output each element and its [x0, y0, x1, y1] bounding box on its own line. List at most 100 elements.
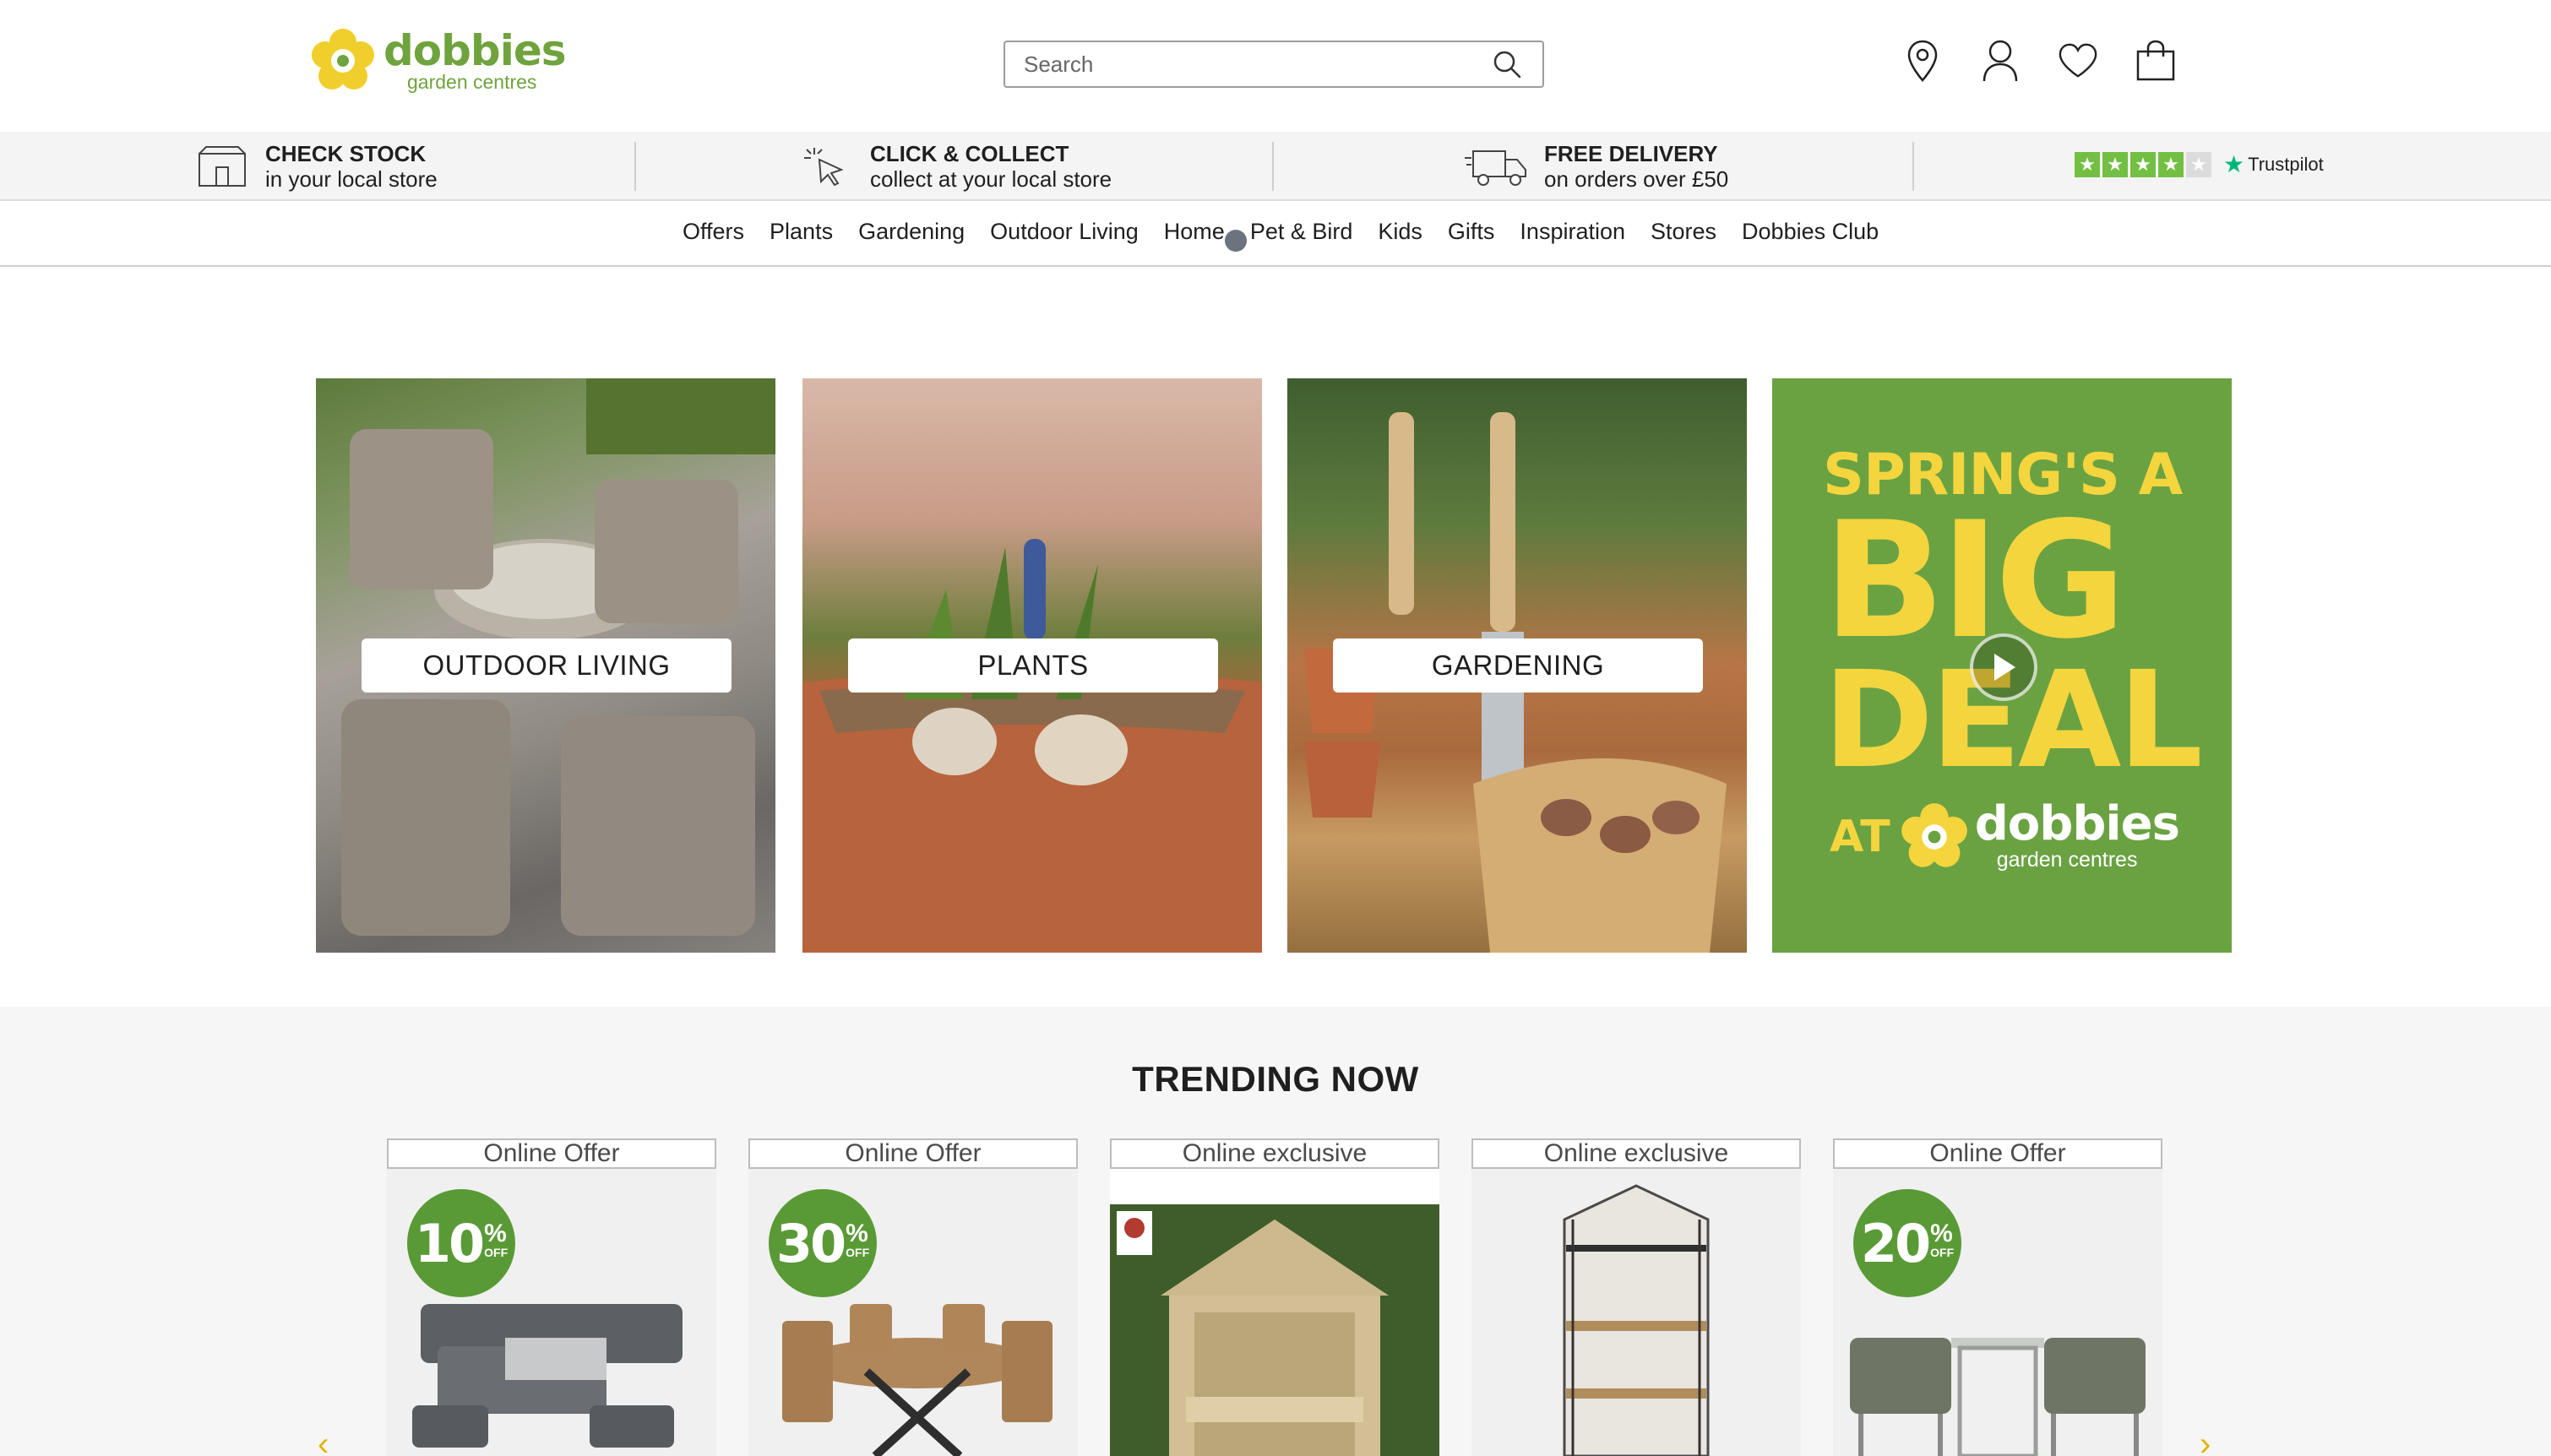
star-icon: ★: [2186, 151, 2211, 177]
trustpilot-widget[interactable]: ★ ★ ★ ★ ★ ★ Trustpilot: [2075, 150, 2324, 178]
nav-item-kids[interactable]: Kids: [1378, 216, 1422, 247]
product-badge: Online exclusive: [1471, 1138, 1801, 1169]
product-card[interactable]: Online Offer 30 % OFF: [748, 1138, 1078, 1456]
trustpilot-stars: ★ ★ ★ ★ ★: [2075, 151, 2211, 177]
category-label: PLANTS: [848, 638, 1218, 693]
product-card[interactable]: Online exclusive: [1471, 1138, 1801, 1456]
category-label: GARDENING: [1333, 638, 1703, 693]
logo-subtitle: garden centres: [407, 71, 537, 93]
category-label: OUTDOOR LIVING: [362, 638, 732, 693]
star-icon: ★: [2075, 151, 2100, 177]
product-badge: Online exclusive: [1110, 1138, 1439, 1169]
usp-divider: [1912, 142, 1914, 191]
discount-off: OFF: [484, 1246, 509, 1259]
usp-bar: CHECK STOCK in your local store CLICK & …: [0, 132, 2551, 201]
nav-item-offers[interactable]: Offers: [683, 216, 744, 247]
promo-headline: SPRING'S A BIG DEAL: [1823, 446, 2203, 788]
nav-item-home[interactable]: Home: [1164, 216, 1225, 247]
carousel-next-icon[interactable]: ›: [2200, 1426, 2211, 1456]
mini-greenhouse-image: [1563, 1184, 1710, 1456]
mouse-cursor: [1225, 230, 1247, 252]
product-carousel: Online Offer 10 % OFF Online Offer 30 % …: [387, 1138, 2195, 1456]
discount-percent: %: [846, 1220, 868, 1247]
product-image[interactable]: [1471, 1169, 1801, 1456]
star-icon: ★: [2102, 151, 2128, 177]
nav-item-stores[interactable]: Stores: [1651, 216, 1716, 247]
promo-at: AT: [1830, 811, 1890, 862]
trustpilot-logo: ★ Trustpilot: [2223, 150, 2324, 178]
click-cursor-icon: [802, 144, 855, 189]
category-tile-outdoor-living[interactable]: OUTDOOR LIVING: [316, 378, 775, 953]
discount-off: OFF: [846, 1246, 870, 1259]
trustpilot-label: Trustpilot: [2248, 153, 2324, 175]
dobbies-logo[interactable]: dobbies garden centres: [309, 26, 567, 95]
promo-video-tile[interactable]: SPRING'S A BIG DEAL AT dobbies garden ce…: [1772, 378, 2232, 953]
wishlist-heart-icon[interactable]: [2058, 37, 2098, 84]
usp-subtitle: on orders over £50: [1544, 166, 1729, 192]
product-image[interactable]: 10 % OFF: [387, 1169, 716, 1456]
nav-item-dobbies-club[interactable]: Dobbies Club: [1742, 216, 1879, 247]
usp-check-stock[interactable]: CHECK STOCK in your local store: [198, 140, 438, 193]
account-icon[interactable]: [1980, 37, 2021, 84]
category-tile-plants[interactable]: PLANTS: [802, 378, 1262, 953]
header-actions: [1902, 37, 2176, 84]
promo-brand-subtitle: garden centres: [1996, 848, 2138, 872]
nav-item-pet-bird[interactable]: Pet & Bird: [1250, 216, 1353, 247]
discount-off: OFF: [1930, 1246, 1955, 1259]
site-header: dobbies garden centres: [0, 0, 2551, 132]
nav-item-outdoor-living[interactable]: Outdoor Living: [990, 216, 1139, 247]
carousel-prev-icon[interactable]: ‹: [318, 1426, 329, 1456]
logo-wordmark: dobbies: [383, 26, 567, 75]
arbour-image: [1110, 1204, 1439, 1456]
category-tile-gardening[interactable]: GARDENING: [1287, 378, 1747, 953]
discount-percent: %: [484, 1220, 507, 1247]
discount-percent: %: [1930, 1220, 1953, 1247]
product-badge: Online Offer: [387, 1138, 716, 1169]
promo-wordmark: dobbies: [1974, 796, 2180, 851]
discount-value: 10: [414, 1212, 485, 1274]
product-image[interactable]: 20 % OFF: [1833, 1169, 2162, 1456]
location-pin-icon[interactable]: [1902, 37, 1943, 84]
product-image[interactable]: 30 % OFF: [748, 1169, 1078, 1456]
usp-title: CHECK STOCK: [265, 141, 427, 166]
section-title: TRENDING NOW: [1132, 1059, 1419, 1099]
trustpilot-star-icon: ★: [2223, 151, 2245, 177]
flower-logo-icon: [312, 29, 374, 90]
nav-item-gifts[interactable]: Gifts: [1448, 216, 1495, 247]
flower-logo-icon: [1901, 802, 1967, 867]
basket-bag-icon[interactable]: [2135, 37, 2176, 84]
usp-subtitle: collect at your local store: [870, 166, 1112, 192]
product-badge: Online Offer: [748, 1138, 1078, 1169]
main-nav: Offers Plants Gardening Outdoor Living H…: [0, 201, 2551, 267]
play-icon[interactable]: [1970, 633, 2037, 701]
product-badge: Online Offer: [1833, 1138, 2162, 1169]
usp-subtitle: in your local store: [265, 166, 438, 192]
star-icon: ★: [2130, 151, 2156, 177]
product-image[interactable]: [1110, 1169, 1439, 1456]
discount-badge: 30 % OFF: [769, 1189, 877, 1297]
usp-click-collect[interactable]: CLICK & COLLECT collect at your local st…: [802, 140, 1112, 193]
usp-title: FREE DELIVERY: [1544, 141, 1718, 166]
nav-item-inspiration[interactable]: Inspiration: [1520, 216, 1625, 247]
nav-item-plants[interactable]: Plants: [770, 216, 833, 247]
product-card[interactable]: Online exclusive: [1110, 1138, 1439, 1456]
trending-section: TRENDING NOW ‹ › Online Offer 10 %OFF O: [0, 1007, 2551, 1456]
discount-badge: 10 % OFF: [407, 1189, 515, 1297]
star-icon: ★: [2158, 151, 2184, 177]
promo-brand: AT dobbies garden centres: [1830, 796, 2180, 872]
delivery-truck-icon: [1465, 144, 1529, 189]
product-card[interactable]: Online Offer 20 % OFF: [1833, 1138, 2162, 1456]
store-icon: [198, 144, 250, 189]
usp-free-delivery[interactable]: FREE DELIVERY on orders over £50: [1465, 140, 1728, 193]
discount-badge: 20 % OFF: [1853, 1189, 1961, 1297]
product-card[interactable]: Online Offer 10 % OFF: [387, 1138, 716, 1456]
nav-item-gardening[interactable]: Gardening: [858, 216, 965, 247]
search-input[interactable]: [1024, 51, 1490, 78]
usp-divider: [1272, 142, 1274, 191]
usp-title: CLICK & COLLECT: [870, 141, 1069, 166]
discount-value: 30: [775, 1212, 846, 1274]
discount-value: 20: [1860, 1212, 1931, 1274]
search-box[interactable]: [1004, 41, 1544, 88]
search-icon[interactable]: [1490, 47, 1524, 81]
category-tiles: OUTDOOR LIVING PLANTS GARDENING SPRING'S…: [316, 378, 2232, 953]
